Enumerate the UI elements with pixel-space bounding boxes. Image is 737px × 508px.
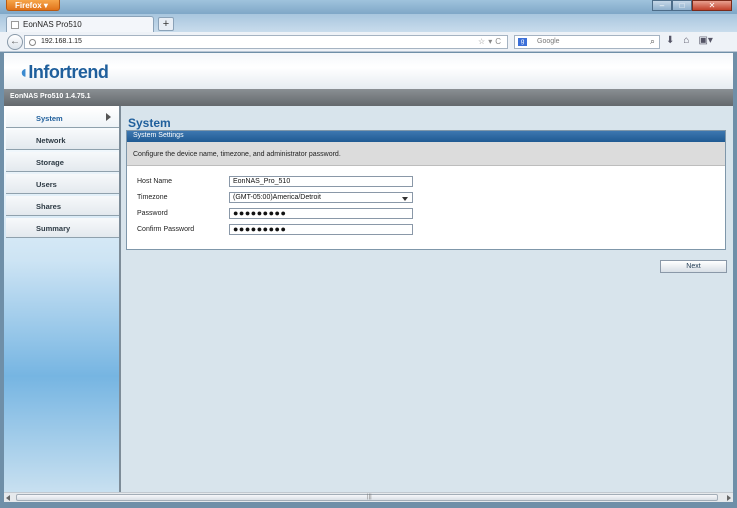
system-settings-panel: System Settings Configure the device nam… [126, 130, 726, 250]
host-name-row: Host Name EonNAS_Pro_510 [127, 176, 727, 190]
nav-toolbar-icons: ⬇ ⌂ ▣▾ [666, 35, 713, 46]
infortrend-logo: ◖Infortrend [18, 62, 109, 82]
back-button[interactable]: ← [7, 34, 23, 50]
sidebar-item-summary[interactable]: Summary [6, 218, 119, 238]
host-name-input[interactable]: EonNAS_Pro_510 [229, 176, 413, 187]
download-icon[interactable]: ⬇ [666, 35, 674, 46]
sidebar-item-users[interactable]: Users [6, 174, 119, 194]
globe-icon [29, 39, 36, 46]
timezone-select[interactable]: (GMT-05:00)America/Detroit [229, 192, 413, 203]
brand-header: ◖Infortrend [4, 53, 733, 89]
timezone-row: Timezone (GMT-05:00)America/Detroit [127, 192, 727, 206]
browser-tab[interactable]: EonNAS Pro510 [6, 16, 154, 32]
url-bar[interactable]: 192.168.1.15 ☆▾C [24, 35, 508, 49]
sidebar-item-system[interactable]: System [6, 108, 119, 128]
timezone-label: Timezone [137, 194, 168, 201]
sidebar-item-network[interactable]: Network [6, 130, 119, 150]
page-title: System [128, 116, 171, 130]
next-button[interactable]: Next [660, 260, 727, 273]
tools-menu-icon[interactable]: ▣▾ [698, 35, 712, 46]
password-row: Password ●●●●●●●●● [127, 208, 727, 222]
confirm-password-input[interactable]: ●●●●●●●●● [229, 224, 413, 235]
search-placeholder: Google [537, 38, 560, 45]
timezone-value: (GMT-05:00)America/Detroit [233, 194, 321, 201]
version-bar: EonNAS Pro510 1.4.75.1 [4, 89, 733, 106]
bookmark-star-icon[interactable]: ☆▾C [478, 37, 504, 46]
sidebar-item-shares[interactable]: Shares [6, 196, 119, 216]
window-titlebar: Firefox ▾ – □ ✕ [0, 0, 737, 14]
search-engine-icon[interactable]: g [518, 38, 527, 46]
version-label: EonNAS Pro510 1.4.75.1 [10, 93, 91, 100]
arrow-right-icon [106, 113, 111, 121]
window-controls: – □ ✕ [652, 0, 732, 11]
logo-swoosh-icon: ◖ [18, 62, 29, 82]
password-input[interactable]: ●●●●●●●●● [229, 208, 413, 219]
scrollbar-thumb[interactable]: ||| [16, 494, 718, 501]
sidebar: System Network Storage Users Shares Summ… [4, 106, 121, 492]
minimize-button[interactable]: – [652, 0, 672, 11]
navigation-bar: ← 192.168.1.15 ☆▾C g Google ⌕ ⬇ ⌂ ▣▾ [0, 32, 737, 52]
confirm-password-row: Confirm Password ●●●●●●●●● [127, 224, 727, 238]
maximize-button[interactable]: □ [672, 0, 692, 11]
chevron-down-icon [402, 197, 408, 201]
page-viewport: ◖Infortrend EonNAS Pro510 1.4.75.1 Syste… [4, 53, 733, 492]
close-window-button[interactable]: ✕ [692, 0, 732, 11]
firefox-menu-label: Firefox [15, 1, 42, 10]
panel-description: Configure the device name, timezone, and… [127, 142, 725, 166]
panel-title: System Settings [127, 131, 725, 142]
confirm-password-label: Confirm Password [137, 226, 195, 233]
main-content: System System Settings Configure the dev… [126, 106, 733, 492]
host-name-label: Host Name [137, 178, 173, 185]
password-label: Password [137, 210, 168, 217]
page-icon [11, 21, 19, 29]
new-tab-button[interactable]: + [158, 17, 174, 31]
horizontal-scrollbar[interactable]: ||| [4, 492, 733, 502]
firefox-menu-button[interactable]: Firefox ▾ [6, 0, 60, 11]
scroll-right-icon[interactable] [727, 495, 731, 501]
search-bar[interactable]: g Google ⌕ [514, 35, 660, 49]
search-icon[interactable]: ⌕ [650, 36, 655, 47]
scroll-left-icon[interactable] [6, 495, 10, 501]
tab-strip: EonNAS Pro510 + [0, 14, 737, 32]
grip-icon: ||| [367, 494, 372, 500]
home-icon[interactable]: ⌂ [683, 35, 689, 46]
url-text: 192.168.1.15 [41, 38, 82, 45]
sidebar-item-storage[interactable]: Storage [6, 152, 119, 172]
tab-title: EonNAS Pro510 [23, 20, 82, 29]
